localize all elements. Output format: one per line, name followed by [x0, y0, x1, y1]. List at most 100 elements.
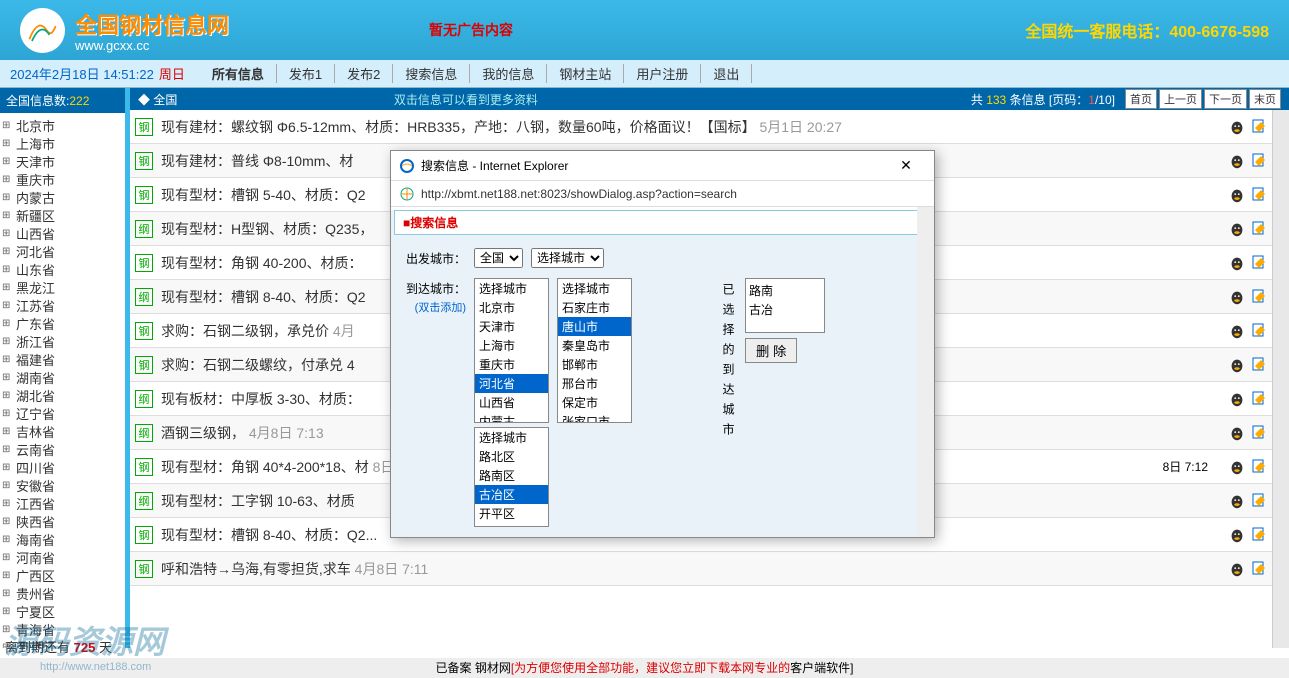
tree-item[interactable]: 云南省 — [2, 442, 123, 460]
nav-search[interactable]: 搜索信息 — [393, 64, 470, 83]
tree-item[interactable]: 内蒙古 — [2, 190, 123, 208]
listbox-item[interactable]: 选择城市 — [558, 279, 631, 298]
nav-logout[interactable]: 退出 — [701, 64, 752, 83]
edit-icon[interactable] — [1251, 118, 1267, 134]
listbox-item[interactable]: 保定市 — [558, 393, 631, 412]
tree-item[interactable]: 海南省 — [2, 532, 123, 550]
edit-icon[interactable] — [1251, 220, 1267, 236]
tree-item[interactable]: 辽宁省 — [2, 406, 123, 424]
edit-icon[interactable] — [1251, 458, 1267, 474]
listbox-item[interactable]: 唐山市 — [558, 317, 631, 336]
tree-item[interactable]: 江苏省 — [2, 298, 123, 316]
listbox-item[interactable]: 北京市 — [475, 298, 548, 317]
listbox-item[interactable]: 邢台市 — [558, 374, 631, 393]
listbox-item[interactable]: 选择城市 — [475, 279, 548, 298]
edit-icon[interactable] — [1251, 186, 1267, 202]
listbox-item[interactable]: 邯郸市 — [558, 355, 631, 374]
delete-button[interactable]: 删 除 — [745, 338, 797, 363]
qq-icon[interactable] — [1228, 152, 1246, 170]
qq-icon[interactable] — [1228, 322, 1246, 340]
tree-item[interactable]: 广东省 — [2, 316, 123, 334]
qq-icon[interactable] — [1228, 288, 1246, 306]
nav-register[interactable]: 用户注册 — [624, 64, 701, 83]
qq-icon[interactable] — [1228, 560, 1246, 578]
qq-icon[interactable] — [1228, 492, 1246, 510]
selected-box[interactable]: 路南古冶 — [745, 278, 825, 333]
listbox-item[interactable]: 路北区 — [475, 447, 548, 466]
tree-item[interactable]: 上海市 — [2, 136, 123, 154]
nav-publish2[interactable]: 发布2 — [335, 64, 393, 83]
tree-item[interactable]: 福建省 — [2, 352, 123, 370]
district-listbox[interactable]: 选择城市路北区路南区古冶区开平区丰润区丰南区 — [474, 427, 549, 527]
nav-publish1[interactable]: 发布1 — [277, 64, 335, 83]
tree-item[interactable]: 山西省 — [2, 226, 123, 244]
tree-item[interactable]: 重庆市 — [2, 172, 123, 190]
qq-icon[interactable] — [1228, 220, 1246, 238]
tree-item[interactable]: 湖南省 — [2, 370, 123, 388]
listbox-item[interactable]: 路南区 — [475, 466, 548, 485]
edit-icon[interactable] — [1251, 424, 1267, 440]
tree-item[interactable]: 河北省 — [2, 244, 123, 262]
listbox-item[interactable]: 秦皇岛市 — [558, 336, 631, 355]
tree-item[interactable]: 广西区 — [2, 568, 123, 586]
listbox-item[interactable]: 选择城市 — [475, 428, 548, 447]
qq-icon[interactable] — [1228, 526, 1246, 544]
selected-item[interactable]: 古冶 — [748, 300, 822, 319]
edit-icon[interactable] — [1251, 152, 1267, 168]
scrollbar[interactable] — [1272, 110, 1289, 648]
listbox-item[interactable]: 张家口市 — [558, 412, 631, 423]
next-page-button[interactable]: 下一页 — [1204, 89, 1247, 109]
listbox-item[interactable]: 丰润区 — [475, 523, 548, 527]
tree-item[interactable]: 北京市 — [2, 118, 123, 136]
listbox-item[interactable]: 内蒙古 — [475, 412, 548, 423]
tree-item[interactable]: 湖北省 — [2, 388, 123, 406]
qq-icon[interactable] — [1228, 186, 1246, 204]
qq-icon[interactable] — [1228, 458, 1246, 476]
selected-item[interactable]: 路南 — [748, 281, 822, 300]
depart-city-select[interactable]: 选择城市 — [531, 248, 604, 268]
depart-country-select[interactable]: 全国 — [474, 248, 523, 268]
list-row[interactable]: 钢 呼和浩特→乌海,有零担货,求车 4月8日 7:11 — [130, 552, 1272, 586]
listbox-item[interactable]: 河北省 — [475, 374, 548, 393]
last-page-button[interactable]: 末页 — [1249, 89, 1281, 109]
tree-item[interactable]: 江西省 — [2, 496, 123, 514]
edit-icon[interactable] — [1251, 390, 1267, 406]
listbox-item[interactable]: 开平区 — [475, 504, 548, 523]
tree-item[interactable]: 山东省 — [2, 262, 123, 280]
tree-item[interactable]: 宁夏区 — [2, 604, 123, 622]
edit-icon[interactable] — [1251, 526, 1267, 542]
tree-item[interactable]: 河南省 — [2, 550, 123, 568]
edit-icon[interactable] — [1251, 560, 1267, 576]
qq-icon[interactable] — [1228, 424, 1246, 442]
nav-main-site[interactable]: 钢材主站 — [547, 64, 624, 83]
tree-item[interactable]: 浙江省 — [2, 334, 123, 352]
listbox-item[interactable]: 山西省 — [475, 393, 548, 412]
city-listbox[interactable]: 选择城市石家庄市唐山市秦皇岛市邯郸市邢台市保定市张家口市承德市沧州市 — [557, 278, 632, 423]
edit-icon[interactable] — [1251, 322, 1267, 338]
tree-item[interactable]: 天津市 — [2, 154, 123, 172]
listbox-item[interactable]: 上海市 — [475, 336, 548, 355]
first-page-button[interactable]: 首页 — [1125, 89, 1157, 109]
tree-item[interactable]: 黑龙江 — [2, 280, 123, 298]
edit-icon[interactable] — [1251, 254, 1267, 270]
listbox-item[interactable]: 石家庄市 — [558, 298, 631, 317]
nav-my-info[interactable]: 我的信息 — [470, 64, 547, 83]
tree-item[interactable]: 陕西省 — [2, 514, 123, 532]
prev-page-button[interactable]: 上一页 — [1159, 89, 1202, 109]
tree-item[interactable]: 吉林省 — [2, 424, 123, 442]
close-icon[interactable]: ✕ — [886, 157, 926, 174]
tree-item[interactable]: 新疆区 — [2, 208, 123, 226]
listbox-item[interactable]: 天津市 — [475, 317, 548, 336]
edit-icon[interactable] — [1251, 356, 1267, 372]
tree-item[interactable]: 四川省 — [2, 460, 123, 478]
edit-icon[interactable] — [1251, 492, 1267, 508]
qq-icon[interactable] — [1228, 254, 1246, 272]
nav-all-info[interactable]: 所有信息 — [200, 64, 277, 83]
qq-icon[interactable] — [1228, 118, 1246, 136]
listbox-item[interactable]: 重庆市 — [475, 355, 548, 374]
province-listbox[interactable]: 选择城市北京市天津市上海市重庆市河北省山西省内蒙古辽宁省吉林省 — [474, 278, 549, 423]
dialog-scrollbar[interactable] — [917, 207, 934, 537]
edit-icon[interactable] — [1251, 288, 1267, 304]
listbox-item[interactable]: 古冶区 — [475, 485, 548, 504]
tree-item[interactable]: 安徽省 — [2, 478, 123, 496]
